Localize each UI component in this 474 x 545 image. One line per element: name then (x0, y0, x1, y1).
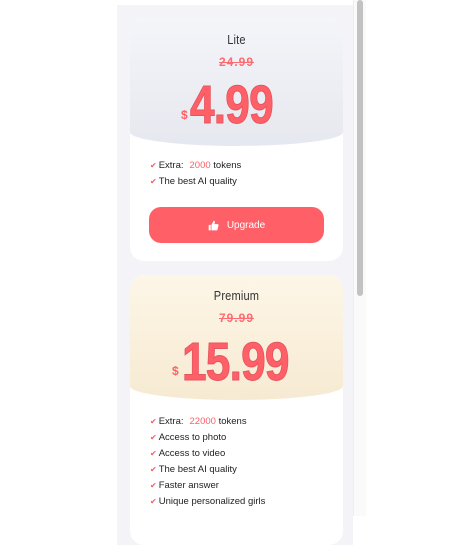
plan-name: Lite (227, 32, 246, 47)
check-icon: ✔ (150, 465, 157, 474)
scrollbar-thumb[interactable] (357, 0, 363, 296)
feature-item: ✔ The best AI quality (150, 464, 237, 475)
feature-list: ✔ Extra: 22000 tokens ✔ Access to photo ✔ Ac… (150, 414, 265, 510)
check-icon: ✔ (150, 161, 157, 170)
upgrade-button[interactable]: Upgrade (149, 207, 324, 243)
feature-list: ✔ Extra: 2000 tokens ✔ The best AI quality (150, 158, 241, 190)
currency-symbol: $ (181, 108, 188, 122)
plan-name: Premium (213, 288, 260, 303)
old-price: 24.99 (218, 55, 255, 69)
feature-item: ✔ Unique personalized girls (150, 496, 266, 507)
feature-item: ✔ Access to video (150, 448, 226, 459)
lite-plan-card: Lite 24.99 $ 4.99 ✔ Extra: 2000 tokens ✔ Th… (130, 18, 343, 261)
check-icon: ✔ (150, 481, 157, 490)
upgrade-label: Upgrade (226, 219, 266, 231)
feature-item: ✔ Access to photo (150, 432, 227, 443)
currency-symbol: $ (172, 364, 179, 378)
price: 15.99 (182, 332, 290, 393)
price: 4.99 (190, 75, 275, 136)
check-icon: ✔ (150, 433, 157, 442)
feature-item: ✔ Extra: 22000 tokens (150, 416, 247, 427)
feature-item: ✔ Extra: 2000 tokens (150, 160, 242, 171)
thumbs-up-icon (208, 220, 219, 230)
check-icon: ✔ (150, 177, 157, 186)
check-icon: ✔ (150, 417, 157, 426)
premium-plan-card: Premium 79.99 $ 15.99 ✔ Extra: 22000 token… (130, 275, 343, 545)
feature-item: ✔ Faster answer (150, 480, 219, 491)
check-icon: ✔ (150, 497, 157, 506)
feature-item: ✔ The best AI quality (150, 176, 237, 187)
old-price: 79.99 (218, 311, 255, 325)
check-icon: ✔ (150, 449, 157, 458)
